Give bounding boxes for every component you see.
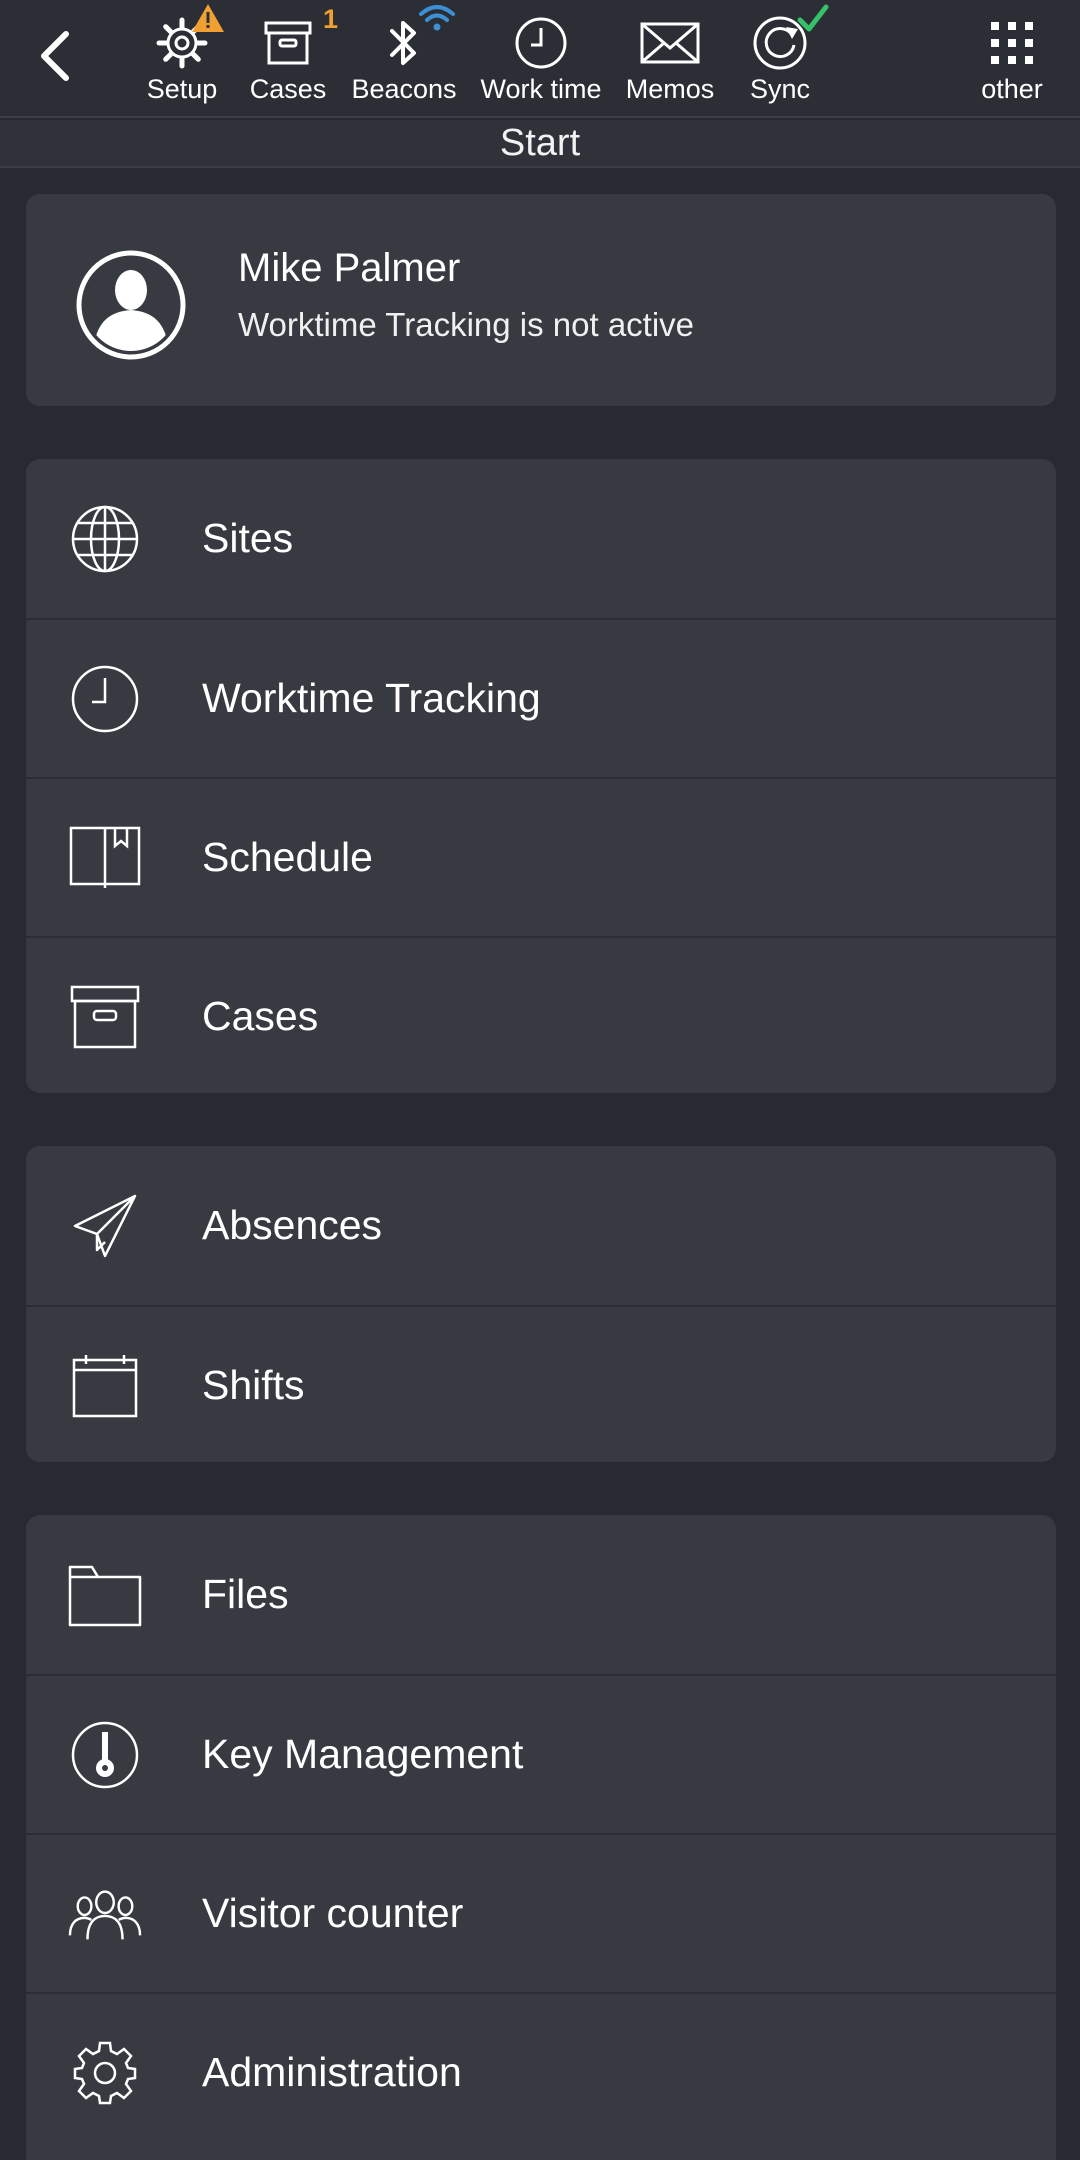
warning-icon [192, 4, 224, 32]
toolbar-worktime-label: Work time [480, 74, 602, 104]
avatar-icon [76, 250, 186, 360]
menu-item-label: Worktime Tracking [202, 675, 541, 721]
menu-item-label: Absences [202, 1202, 383, 1248]
key-icon [71, 1721, 139, 1788]
toolbar-setup-button[interactable]: Setup [146, 4, 224, 112]
profile-name: Mike Palmer [238, 246, 461, 290]
menu-item-key-management[interactable]: Key Management [26, 1674, 1056, 1833]
globe-icon [71, 505, 139, 572]
menu-item-label: Key Management [202, 1731, 524, 1777]
menu-item-administration[interactable]: Administration [26, 1992, 1056, 2151]
toolbar-cases-label: Cases [249, 74, 327, 104]
toolbar-beacons-label: Beacons [351, 74, 457, 104]
menu-item-label: Sites [202, 515, 294, 561]
toolbar-memos-button[interactable]: Memos [620, 12, 720, 112]
menu-item-cases[interactable]: Cases [26, 936, 1056, 1093]
people-icon [68, 1889, 142, 1939]
menu-item-label: Shifts [202, 1362, 305, 1408]
menu-group-main: Sites Worktime Tracking Schedule Cases [26, 459, 1056, 1093]
toolbar-sync-label: Sync [749, 74, 811, 104]
menu-item-label: Files [202, 1571, 289, 1617]
menu-group-planning: Absences Shifts [26, 1146, 1056, 1462]
folder-icon [68, 1565, 142, 1626]
menu-item-label: Schedule [202, 834, 373, 880]
back-button[interactable] [26, 22, 82, 90]
archive-box-icon [70, 985, 140, 1048]
bluetooth-icon [390, 21, 416, 65]
menu-item-schedule[interactable]: Schedule [26, 777, 1056, 936]
profile-card[interactable]: Mike Palmer Worktime Tracking is not act… [26, 194, 1056, 406]
clock-icon [515, 17, 567, 69]
clock-icon [71, 665, 139, 732]
menu-item-absences[interactable]: Absences [26, 1146, 1056, 1305]
menu-group-tools: Files Key Management Visitor counter Adm… [26, 1515, 1056, 2160]
menu-item-files[interactable]: Files [26, 1515, 1056, 1674]
gear-icon [73, 2041, 137, 2104]
toolbar-beacons-button[interactable]: Beacons [348, 5, 460, 112]
menu-item-label: Cases [202, 993, 319, 1039]
menu-item-label: Administration [202, 2049, 462, 2095]
toolbar-other-label: other [981, 74, 1043, 104]
calendar-icon [72, 1354, 138, 1417]
archive-box-icon [264, 21, 312, 65]
toolbar-other-button[interactable]: other [972, 12, 1052, 112]
menu-item-visitor-counter[interactable]: Visitor counter [26, 1833, 1056, 1992]
toolbar-cases-button[interactable]: 1 Cases [248, 4, 338, 112]
toolbar-sync-button[interactable]: Sync [740, 4, 829, 112]
check-icon [797, 4, 829, 32]
toolbar-worktime-button[interactable]: Work time [476, 12, 606, 112]
profile-status: Worktime Tracking is not active [238, 306, 695, 343]
toolbar-memos-label: Memos [625, 74, 715, 104]
menu-item-worktime-tracking[interactable]: Worktime Tracking [26, 618, 1056, 777]
envelope-icon [640, 22, 700, 64]
page-title: Start [0, 120, 1080, 168]
back-arrow-icon [41, 31, 69, 81]
paper-plane-icon [73, 1194, 137, 1257]
cases-count-badge: 1 [322, 4, 338, 34]
toolbar-setup-label: Setup [146, 74, 218, 104]
menu-item-label: Visitor counter [202, 1890, 464, 1936]
top-toolbar: Setup 1 Cases Beacons Work time Memos Sy… [0, 0, 1080, 118]
menu-item-sites[interactable]: Sites [26, 459, 1056, 618]
wifi-icon [419, 5, 455, 31]
book-icon [69, 826, 141, 888]
menu-item-shifts[interactable]: Shifts [26, 1305, 1056, 1462]
grid-icon [991, 22, 1033, 64]
